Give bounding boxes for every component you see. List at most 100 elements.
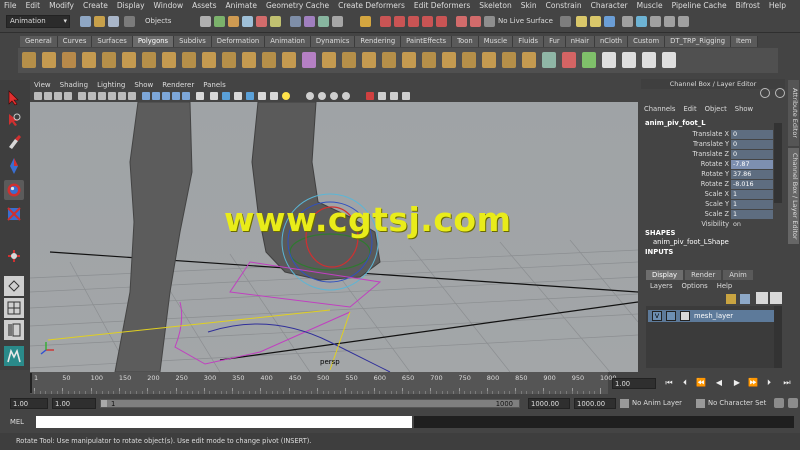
menu-muscle[interactable]: Muscle (637, 1, 663, 10)
smooth-icon[interactable] (302, 52, 316, 68)
select-mask-icon[interactable] (318, 16, 329, 27)
range-start-handle[interactable] (101, 400, 107, 407)
safe-action-icon[interactable] (128, 92, 136, 100)
menu-display[interactable]: Display (117, 1, 145, 10)
separate-icon[interactable] (282, 52, 296, 68)
xray-joints-icon[interactable] (390, 92, 398, 100)
tab-ncloth[interactable]: nCloth (595, 36, 629, 47)
layer-options-icon[interactable] (770, 292, 782, 304)
select-mask-icon[interactable] (200, 16, 211, 27)
tab-subdivs[interactable]: Subdivs (174, 36, 212, 47)
ipr-render-icon[interactable] (590, 16, 601, 27)
checker-map-icon[interactable] (662, 52, 676, 68)
menu-geometry-cache[interactable]: Geometry Cache (266, 1, 329, 10)
channel-value-field[interactable]: -7.87 (731, 160, 773, 169)
render-view-icon[interactable] (636, 16, 647, 27)
anim-layer-label[interactable]: No Anim Layer (632, 399, 682, 407)
snap-to-point-icon[interactable] (408, 16, 419, 27)
playback-end-field[interactable]: 1000.00 (528, 398, 570, 409)
cube-icon[interactable] (258, 92, 266, 100)
camera-attributes-icon[interactable] (44, 92, 52, 100)
textured-icon[interactable] (172, 92, 180, 100)
step-forward-icon[interactable]: ⏵ (764, 378, 774, 388)
select-tool-icon[interactable] (4, 88, 24, 108)
tab-fur[interactable]: Fur (544, 36, 566, 47)
move-tool-icon[interactable] (4, 156, 24, 176)
poly-cone-icon[interactable] (82, 52, 96, 68)
checker-map-icon[interactable] (642, 52, 656, 68)
viewport-menu-show[interactable]: Show (134, 81, 153, 89)
menu-skin[interactable]: Skin (521, 1, 537, 10)
channel-box-scrollbar[interactable] (774, 123, 782, 203)
menu-edit-deformers[interactable]: Edit Deformers (414, 1, 470, 10)
select-mask-icon[interactable] (290, 16, 301, 27)
step-forward-key-icon[interactable]: ⏩ (748, 378, 758, 388)
sphere-shade-icon[interactable] (318, 92, 326, 100)
menu-set-dropdown[interactable]: Animation (6, 15, 70, 28)
time-slider[interactable]: 1 50 100 150 200 250 300 350 400 450 500 550 600 650 7… (30, 372, 617, 394)
channel-value-field[interactable]: 0 (731, 140, 773, 149)
channel-box-icon[interactable] (678, 16, 689, 27)
cube-icon[interactable] (222, 92, 230, 100)
channel-row-scale-z[interactable]: Scale Z1 (641, 210, 773, 220)
new-layer-icon[interactable] (726, 294, 736, 304)
viewport-menu-shading[interactable]: Shading (60, 81, 88, 89)
poly-prism-icon[interactable] (142, 52, 156, 68)
hypershade-icon[interactable] (622, 16, 633, 27)
channel-row-translate-x[interactable]: Translate X0 (641, 130, 773, 140)
cube-icon[interactable] (210, 92, 218, 100)
menu-skeleton[interactable]: Skeleton (479, 1, 511, 10)
menu-character[interactable]: Character (591, 1, 628, 10)
layer-tab-display[interactable]: Display (646, 270, 684, 280)
go-to-start-icon[interactable]: ⏮ (664, 378, 674, 388)
open-scene-icon[interactable] (94, 16, 105, 27)
layer-tab-render[interactable]: Render (685, 270, 722, 280)
sphere-shade-icon[interactable] (342, 92, 350, 100)
menu-create-deformers[interactable]: Create Deformers (338, 1, 405, 10)
tab-dt-trp-rigging[interactable]: DT_TRP_Rigging (665, 36, 732, 47)
bridge-icon[interactable] (342, 52, 356, 68)
tab-custom[interactable]: Custom (628, 36, 666, 47)
fill-hole-icon[interactable] (382, 52, 396, 68)
channel-value-field[interactable]: 0 (731, 130, 773, 139)
select-by-hierarchy-icon[interactable] (124, 16, 135, 27)
channel-value-field[interactable]: 1 (731, 190, 773, 199)
tab-item[interactable]: Item (731, 36, 758, 47)
poly-torus-icon[interactable] (122, 52, 136, 68)
control-curve[interactable] (47, 309, 331, 341)
channel-value-field[interactable]: on (731, 220, 773, 229)
tab-animation[interactable]: Animation (265, 36, 311, 47)
panel-settings-icon[interactable] (775, 88, 785, 98)
sphere-shade-icon[interactable] (306, 92, 314, 100)
attribute-editor-icon[interactable] (650, 16, 661, 27)
menu-constrain[interactable]: Constrain (546, 1, 582, 10)
tab-dynamics[interactable]: Dynamics (310, 36, 356, 47)
layer-type-toggle[interactable] (666, 311, 676, 321)
attribute-editor-tab[interactable]: Attribute Editor (788, 80, 799, 146)
grid-icon[interactable] (78, 92, 86, 100)
channel-row-rotate-y[interactable]: Rotate Y 37.86 (641, 170, 773, 180)
shadows-icon[interactable] (196, 92, 204, 100)
poly-platonic-icon[interactable] (242, 52, 256, 68)
new-layer-selected-icon[interactable] (740, 294, 750, 304)
tab-painteffects[interactable]: PaintEffects (401, 36, 453, 47)
scale-tool-icon[interactable] (4, 204, 24, 224)
insert-edge-loop-icon[interactable] (422, 52, 436, 68)
channel-value-field[interactable]: 1 (731, 200, 773, 209)
gate-mask-icon[interactable] (108, 92, 116, 100)
auto-key-icon[interactable] (774, 398, 784, 408)
channel-value-field[interactable]: 37.86 (731, 170, 773, 179)
menu-bifrost[interactable]: Bifrost (736, 1, 760, 10)
wireframe-on-shaded-icon[interactable] (162, 92, 170, 100)
mirror-icon[interactable] (562, 52, 576, 68)
layer-visibility-toggle[interactable]: V (652, 311, 662, 321)
range-slider[interactable]: 1 1000 (100, 399, 520, 408)
viewport-menu-lighting[interactable]: Lighting (97, 81, 125, 89)
channel-row-scale-y[interactable]: Scale Y1 (641, 200, 773, 210)
outliner-layout-icon[interactable] (4, 320, 24, 340)
menu-edit[interactable]: Edit (26, 1, 41, 10)
bookmark-icon[interactable] (54, 92, 62, 100)
poly-pyramid-icon[interactable] (162, 52, 176, 68)
layer-menu-help[interactable]: Help (717, 282, 733, 290)
poly-soccer-ball-icon[interactable] (222, 52, 236, 68)
